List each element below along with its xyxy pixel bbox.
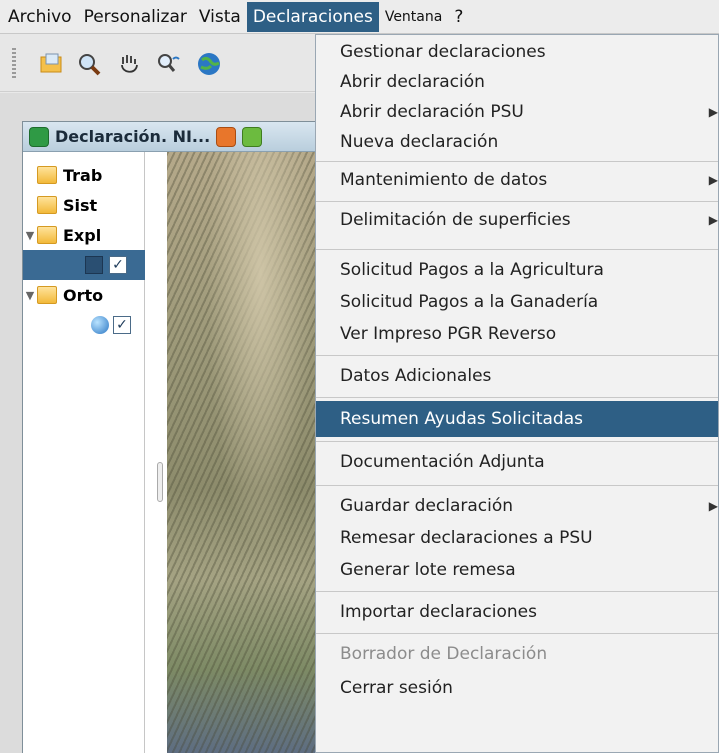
menu-item-guardar-declaracion[interactable]: Guardar declaración ▶ [316,491,718,521]
tree-item-sist[interactable]: Sist [23,190,145,220]
app-icon [29,126,49,147]
layer-visibility-checkbox[interactable]: ✓ [109,256,127,274]
tree-item-label: Trab [63,165,103,185]
open-icon[interactable] [34,48,68,80]
declaration-window: Declaración. NI... Trab Sist ▼ Expl ✓ ▼ … [22,121,323,753]
menu-item-datos-adicionales[interactable]: Datos Adicionales [316,361,718,391]
menu-item-label: Remesar declaraciones a PSU [340,528,593,548]
toolbar-grip[interactable] [12,48,16,78]
layer-swatch-icon [85,256,103,274]
menu-item-solicitud-ganaderia[interactable]: Solicitud Pagos a la Ganadería [316,287,718,317]
layer-visibility-checkbox[interactable]: ✓ [113,316,131,334]
panel-splitter[interactable] [157,462,163,502]
menu-separator [316,161,718,162]
tree-item-trab[interactable]: Trab [23,160,145,190]
menu-item-borrador-declaracion: Borrador de Declaración [316,639,718,669]
expand-arrow-icon[interactable]: ▼ [23,229,37,242]
folder-icon [37,166,57,184]
menu-item-label: Nueva declaración [340,132,499,152]
tree-item-expl[interactable]: ▼ Expl [23,220,145,250]
menu-item-ver-impreso[interactable]: Ver Impreso PGR Reverso [316,319,718,349]
window-titlebar[interactable]: Declaración. NI... [23,122,321,152]
menu-item-label: Ver Impreso PGR Reverso [340,324,557,344]
menu-separator [316,633,718,634]
menu-item-label: Documentación Adjunta [340,452,545,472]
menu-item-documentacion-adjunta[interactable]: Documentación Adjunta [316,447,718,477]
menu-item-label: Resumen Ayudas Solicitadas [340,409,583,429]
menu-item-cerrar-sesion[interactable]: Cerrar sesión [316,673,718,703]
menu-item-label: Guardar declaración [340,496,514,516]
tree-item-orto[interactable]: ▼ Orto [23,280,145,310]
folder-icon [37,196,57,214]
menu-help[interactable]: ? [448,2,469,32]
menu-item-label: Solicitud Pagos a la Ganadería [340,292,599,312]
identify-icon[interactable] [152,48,186,80]
menu-item-label: Datos Adicionales [340,366,492,386]
menu-item-label: Gestionar declaraciones [340,42,546,62]
menu-vista[interactable]: Vista [193,2,247,32]
menu-separator [316,355,718,356]
layer-tree: Trab Sist ▼ Expl ✓ ▼ Orto ✓ [23,152,145,753]
menu-separator [316,485,718,486]
tree-item-label: Sist [63,195,98,215]
globe-icon [91,316,109,334]
declaraciones-menu: Gestionar declaraciones Abrir declaració… [315,34,719,753]
folder-icon [37,226,57,244]
menu-item-label: Importar declaraciones [340,602,537,622]
toolbar [0,34,330,92]
menu-item-importar-declaraciones[interactable]: Importar declaraciones [316,597,718,627]
tree-item-selected-layer[interactable]: ✓ [23,250,145,280]
menu-archivo[interactable]: Archivo [2,2,78,32]
menu-separator [316,441,718,442]
menu-personalizar[interactable]: Personalizar [78,2,193,32]
menu-item-mantenimiento-datos[interactable]: Mantenimiento de datos ▶ [316,165,718,195]
workspace: Declaración. NI... Trab Sist ▼ Expl ✓ ▼ … [0,93,330,753]
menu-item-label: Solicitud Pagos a la Agricultura [340,260,604,280]
menu-separator [316,397,718,398]
submenu-arrow-icon: ▶ [708,105,718,119]
window-title: Declaración. NI... [55,127,211,146]
folder-icon [37,286,57,304]
hand-icon[interactable] [112,48,146,80]
tree-item-label: Expl [63,225,102,245]
menu-ventana[interactable]: Ventana [379,2,449,32]
menu-item-nueva-declaracion[interactable]: Nueva declaración [316,127,718,157]
submenu-arrow-icon: ▶ [708,213,718,227]
menu-separator [316,201,718,202]
menu-item-resumen-ayudas[interactable]: Resumen Ayudas Solicitadas [316,401,718,437]
menu-item-label: Mantenimiento de datos [340,170,548,190]
menu-declaraciones[interactable]: Declaraciones [246,1,379,32]
menu-item-label: Generar lote remesa [340,560,516,580]
menu-item-label: Abrir declaración PSU [340,102,524,122]
maximize-icon[interactable] [242,126,263,147]
menu-item-abrir-declaracion[interactable]: Abrir declaración [316,67,718,97]
tree-item-label: Orto [63,285,104,305]
menu-item-label: Delimitación de superficies [340,210,571,230]
submenu-arrow-icon: ▶ [708,173,718,187]
search-icon[interactable] [72,48,106,80]
menu-bar: Archivo Personalizar Vista Declaraciones… [0,0,719,34]
menu-item-generar-lote[interactable]: Generar lote remesa [316,555,718,585]
menu-item-solicitud-agricultura[interactable]: Solicitud Pagos a la Agricultura [316,255,718,285]
menu-item-delimitacion-superficies[interactable]: Delimitación de superficies ▶ [316,205,718,235]
aerial-map-view[interactable] [167,152,323,753]
menu-item-gestionar-declaraciones[interactable]: Gestionar declaraciones [316,37,718,67]
submenu-arrow-icon: ▶ [708,499,718,513]
minimize-icon[interactable] [216,126,237,147]
menu-separator [316,249,718,250]
menu-item-remesar-declaraciones[interactable]: Remesar declaraciones a PSU [316,523,718,553]
menu-item-label: Borrador de Declaración [340,644,548,664]
menu-item-label: Cerrar sesión [340,678,453,698]
globe-icon[interactable] [192,48,226,80]
menu-item-abrir-declaracion-psu[interactable]: Abrir declaración PSU ▶ [316,97,718,127]
menu-separator [316,591,718,592]
tree-item-orto-layer[interactable]: ✓ [23,310,145,340]
menu-item-label: Abrir declaración [340,72,485,92]
expand-arrow-icon[interactable]: ▼ [23,289,37,302]
